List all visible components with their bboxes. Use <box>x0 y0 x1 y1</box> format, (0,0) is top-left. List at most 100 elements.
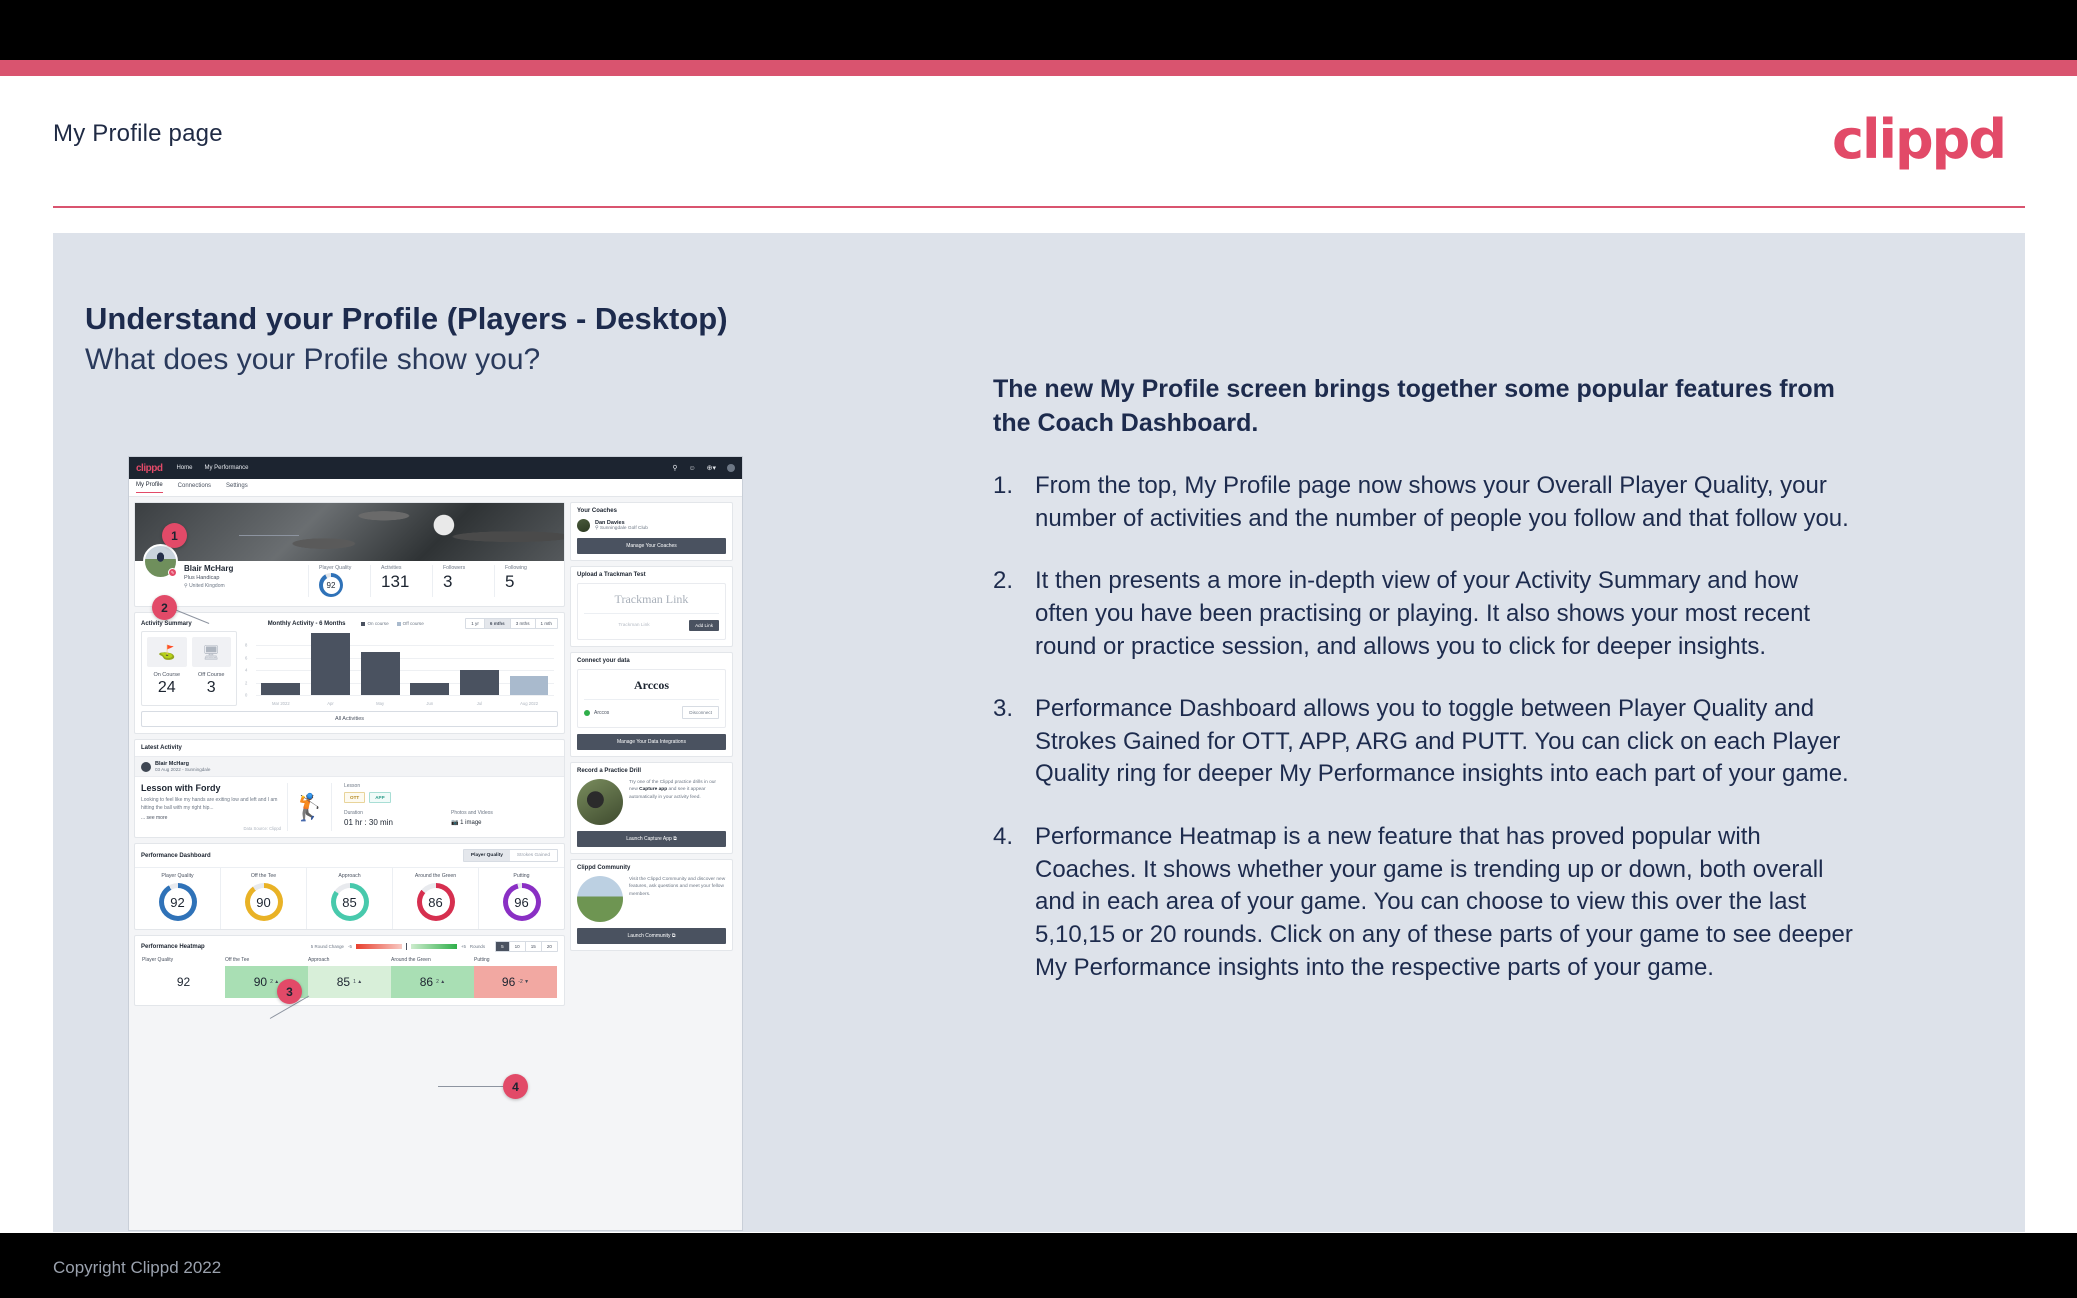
range-6mths[interactable]: 6 mths <box>484 619 511 628</box>
tab-settings[interactable]: Settings <box>226 483 248 493</box>
performance-ring-cell[interactable]: Off the Tee 90 <box>221 868 307 929</box>
monthly-activity-chart: 8 6 4 2 0 Mar 2022 Apr May Jun Jul Aug 2022 <box>243 631 558 706</box>
player-quality-ring[interactable]: 92 <box>319 573 343 597</box>
chart-bar[interactable] <box>410 682 450 695</box>
toggle-player-quality[interactable]: Player Quality <box>463 850 510 861</box>
heatmap-cell[interactable]: 96 -2 ▼ <box>474 966 557 998</box>
practice-drill-title: Record a Practice Drill <box>577 768 642 774</box>
chart-bar-column[interactable] <box>311 633 350 695</box>
rounds-15[interactable]: 15 <box>525 942 542 951</box>
rounds-label: Rounds <box>469 944 486 949</box>
tab-my-profile[interactable]: My Profile <box>136 482 163 493</box>
activity-metrics: Duration 01 hr : 30 min Photos and Video… <box>344 810 558 827</box>
add-circle-icon[interactable]: ⊕▾ <box>707 465 716 472</box>
heatmap-column-label: Putting <box>474 957 490 963</box>
heatmap-cell[interactable]: 86 2 ▲ <box>391 966 474 998</box>
stat-label: Followers <box>443 565 466 571</box>
chart-plot-area: 8 6 4 2 0 <box>245 633 554 698</box>
chart-bar[interactable] <box>509 676 549 695</box>
practice-drill-card: Record a Practice Drill Try one of the C… <box>570 762 733 854</box>
performance-ring-cell[interactable]: Player Quality 92 <box>135 868 221 929</box>
chart-bar-column[interactable] <box>410 633 450 695</box>
people-icon[interactable]: ☺ <box>688 465 695 472</box>
performance-ring-cell[interactable]: Around the Green 86 <box>393 868 479 929</box>
photos-label: Photos and Videos <box>451 810 493 816</box>
monthly-activity-title: Monthly Activity - 6 Months <box>267 620 346 627</box>
launch-community-button[interactable]: Launch Community ⧉ <box>577 928 726 944</box>
trackman-link-input[interactable]: Trackman Link <box>584 623 684 628</box>
heatmap-cell[interactable]: 92 <box>142 966 225 998</box>
chart-bar-column[interactable] <box>360 633 400 695</box>
heatmap-cell[interactable]: 85 1 ▲ <box>308 966 391 998</box>
coach-entry[interactable]: Dan Davies ⚲ Sunningdale Golf Club <box>577 519 726 532</box>
launch-capture-app-button[interactable]: Launch Capture App ⧉ <box>577 831 726 847</box>
ring-label: Player Quality <box>161 873 194 879</box>
copy-item-2: 2. It then presents a more in-depth view… <box>993 565 1853 663</box>
range-1yr[interactable]: 1 yr <box>466 619 485 628</box>
manage-integrations-button[interactable]: Manage Your Data Integrations <box>577 734 726 750</box>
chart-bar[interactable] <box>261 682 301 695</box>
add-link-button[interactable]: Add Link <box>689 620 719 631</box>
performance-heatmap-header: Performance Heatmap 5 Round Change -5 +5… <box>135 936 564 957</box>
search-icon[interactable]: ⚲ <box>672 465 677 472</box>
player-quality-ring[interactable]: 90 <box>244 883 283 921</box>
chart-bar-column[interactable] <box>460 633 499 695</box>
see-more-link[interactable]: ... see more <box>141 815 281 821</box>
toggle-strokes-gained[interactable]: Strokes Gained <box>509 850 557 861</box>
disconnect-button[interactable]: Disconnect <box>682 706 719 719</box>
rounds-10[interactable]: 10 <box>509 942 526 951</box>
performance-ring-cell[interactable]: Putting 96 <box>479 868 564 929</box>
chart-bar-column[interactable] <box>509 633 549 695</box>
heatmap-column-label: Off the Tee <box>225 957 250 963</box>
section-heading: Understand your Profile (Players - Deskt… <box>85 301 728 336</box>
golf-swing-icon: 🏌 <box>287 783 332 831</box>
arccos-brand: Arccos <box>633 678 670 692</box>
performance-heatmap-title: Performance Heatmap <box>141 943 205 950</box>
tab-connections[interactable]: Connections <box>178 483 211 493</box>
manage-coaches-button[interactable]: Manage Your Coaches <box>577 538 726 554</box>
chart-y-tick: 4 <box>245 667 248 673</box>
range-3mths[interactable]: 3 mths <box>510 619 536 628</box>
avatar[interactable] <box>727 464 735 472</box>
chart-bar[interactable] <box>311 633 350 695</box>
ring-value: 85 <box>335 888 364 916</box>
callout-marker-3: 3 <box>277 979 302 1004</box>
chart-y-tick: 8 <box>245 642 248 648</box>
rounds-20[interactable]: 20 <box>541 942 557 951</box>
rounds-5[interactable]: 5 <box>496 942 510 951</box>
stat-followers: Followers 3 <box>432 565 494 597</box>
performance-dashboard-card: Performance Dashboard Player Quality Str… <box>134 843 565 930</box>
heatmap-value: 96 <box>501 975 516 989</box>
activity-photos: Photos and Videos 📷 1 image <box>451 810 558 827</box>
chart-bar-column[interactable] <box>261 633 301 695</box>
stat-label: Player Quality <box>319 565 352 571</box>
stat-player-quality[interactable]: Player Quality 92 <box>308 565 370 597</box>
stat-label: Following <box>505 565 527 571</box>
player-quality-ring[interactable]: 96 <box>502 883 541 921</box>
trackman-brand: Trackman Link <box>614 592 689 606</box>
profile-cover-image <box>135 503 564 561</box>
player-quality-ring[interactable]: 86 <box>416 883 455 921</box>
range-1mth[interactable]: 1 mth <box>535 619 557 628</box>
profile-avatar[interactable]: ✎ <box>143 544 178 579</box>
heatmap-column-label: Player Quality <box>142 957 174 963</box>
all-activities-button[interactable]: All Activities <box>141 711 558 727</box>
chart-bar[interactable] <box>460 670 499 695</box>
tag-app[interactable]: APP <box>369 792 391 803</box>
player-quality-ring[interactable]: 92 <box>158 883 197 921</box>
performance-ring-cell[interactable]: Approach 85 <box>307 868 393 929</box>
explanatory-copy: The new My Profile screen brings togethe… <box>993 373 1853 1014</box>
community-image <box>577 876 623 922</box>
range-selector: 1 yr 6 mths 3 mths 1 mth <box>465 618 558 629</box>
nav-link-home[interactable]: Home <box>176 465 192 471</box>
tag-ott[interactable]: OTT <box>344 792 366 803</box>
edit-avatar-icon[interactable]: ✎ <box>168 568 177 577</box>
ring-label: Approach <box>338 873 361 879</box>
nav-link-my-performance[interactable]: My Performance <box>204 465 248 471</box>
copy-number: 4. <box>993 823 1014 850</box>
chart-bar[interactable] <box>360 651 400 695</box>
profile-handicap: Plus Handicap <box>184 575 220 581</box>
off-course-count: 🖥 Off Course 3 <box>191 637 231 700</box>
player-quality-ring[interactable]: 85 <box>330 883 369 921</box>
callout-leader-1 <box>239 535 299 536</box>
